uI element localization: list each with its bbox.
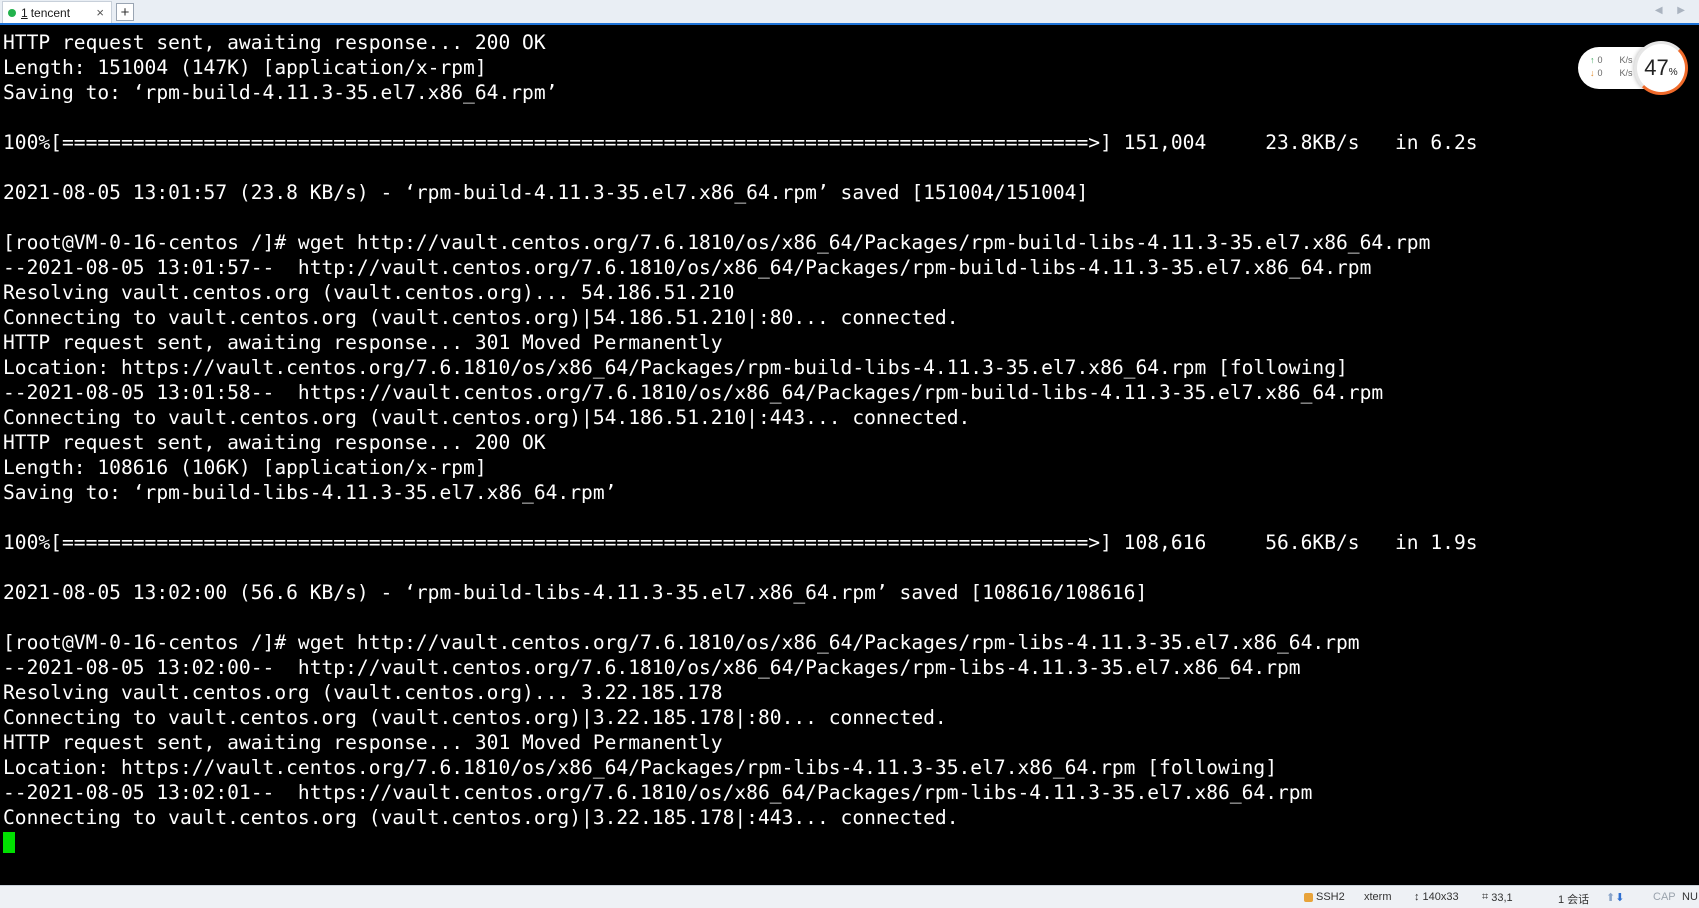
terminal-line: 2021-08-05 13:01:57 (23.8 KB/s) - ‘rpm-b… xyxy=(3,181,1089,204)
terminal-line: Location: https://vault.centos.org/7.6.1… xyxy=(3,356,1348,379)
caps-lock-status: CAP xyxy=(1653,891,1676,903)
upload-speed: ↑ 0 K/s xyxy=(1590,55,1633,65)
cpu-usage-gauge[interactable]: 47 % xyxy=(1634,41,1688,95)
terminal-line: HTTP request sent, awaiting response... … xyxy=(3,731,723,754)
cursor-position-icon: ⌗ xyxy=(1482,891,1489,903)
num-lock-status: NU xyxy=(1682,891,1698,903)
tab-number: 1 xyxy=(21,5,28,20)
terminal-line: 100%[===================================… xyxy=(3,531,1478,554)
tab-title: tencent xyxy=(30,5,71,20)
terminal-line: Length: 108616 (106K) [application/x-rpm… xyxy=(3,456,487,479)
download-arrow-icon: ↓ xyxy=(1590,68,1595,78)
terminal-output: HTTP request sent, awaiting response... … xyxy=(3,30,1478,855)
terminal-prompt-line xyxy=(3,830,1478,855)
add-tab-button[interactable]: + xyxy=(116,3,134,21)
terminal-line: --2021-08-05 13:01:57-- http://vault.cen… xyxy=(3,256,1372,279)
session-tab[interactable]: 1 tencent × xyxy=(2,1,112,23)
terminal-line: Resolving vault.centos.org (vault.centos… xyxy=(3,281,735,304)
session-count-status: 1 会话 xyxy=(1558,894,1590,906)
protocol-status: SSH2 xyxy=(1304,891,1345,903)
connected-status-icon xyxy=(8,8,16,17)
terminal-line: [root@VM-0-16-centos /]# wget http://vau… xyxy=(3,231,1431,254)
tab-scroll-arrows-icon[interactable]: ◀ ▶ xyxy=(1655,5,1691,16)
terminal-line: 100%[===================================… xyxy=(3,131,1478,154)
terminal-line: 2021-08-05 13:02:00 (56.6 KB/s) - ‘rpm-b… xyxy=(3,581,1148,604)
terminal-line: HTTP request sent, awaiting response... … xyxy=(3,31,546,54)
cursor-position-status: ⌗ 33,1 xyxy=(1482,891,1513,904)
terminal-area[interactable]: HTTP request sent, awaiting response... … xyxy=(0,27,1699,885)
terminal-cursor xyxy=(3,832,15,853)
tab-bar: 1 tencent × + ◀ ▶ xyxy=(0,0,1699,25)
terminal-type-status: xterm xyxy=(1364,891,1392,903)
terminal-line: Resolving vault.centos.org (vault.centos… xyxy=(3,681,723,704)
terminal-line: Connecting to vault.centos.org (vault.ce… xyxy=(3,406,971,429)
status-bar: SSH2 xterm ↕ 140x33 ⌗ 33,1 1 会话 ⬆ ⬇ CAP N… xyxy=(0,885,1699,908)
terminal-line: --2021-08-05 13:02:01-- https://vault.ce… xyxy=(3,781,1313,804)
terminal-line: --2021-08-05 13:01:58-- https://vault.ce… xyxy=(3,381,1384,404)
terminal-line: --2021-08-05 13:02:00-- http://vault.cen… xyxy=(3,656,1301,679)
terminal-line: Location: https://vault.centos.org/7.6.1… xyxy=(3,756,1278,779)
terminal-line: Saving to: ‘rpm-build-libs-4.11.3-35.el7… xyxy=(3,481,617,504)
terminal-line: Saving to: ‘rpm-build-4.11.3-35.el7.x86_… xyxy=(3,81,558,104)
terminal-size-status: ↕ 140x33 xyxy=(1414,891,1459,903)
download-speed: ↓ 0 K/s xyxy=(1590,68,1633,78)
terminal-line: [root@VM-0-16-centos /]# wget http://vau… xyxy=(3,631,1360,654)
terminal-line: Length: 151004 (147K) [application/x-rpm… xyxy=(3,56,487,79)
terminal-line: HTTP request sent, awaiting response... … xyxy=(3,331,723,354)
close-icon[interactable]: × xyxy=(96,5,104,20)
lock-icon xyxy=(1304,892,1313,902)
transfer-arrows-icon: ⬆ ⬇ xyxy=(1606,892,1625,904)
terminal-line: HTTP request sent, awaiting response... … xyxy=(3,431,546,454)
cpu-percent: 47 xyxy=(1644,55,1669,80)
terminal-line: Connecting to vault.centos.org (vault.ce… xyxy=(3,306,959,329)
terminal-line: Connecting to vault.centos.org (vault.ce… xyxy=(3,806,959,829)
cpu-percent-unit: % xyxy=(1668,66,1678,78)
terminal-line: Connecting to vault.centos.org (vault.ce… xyxy=(3,706,947,729)
resize-icon: ↕ xyxy=(1414,891,1420,903)
upload-arrow-icon: ↑ xyxy=(1590,55,1595,65)
